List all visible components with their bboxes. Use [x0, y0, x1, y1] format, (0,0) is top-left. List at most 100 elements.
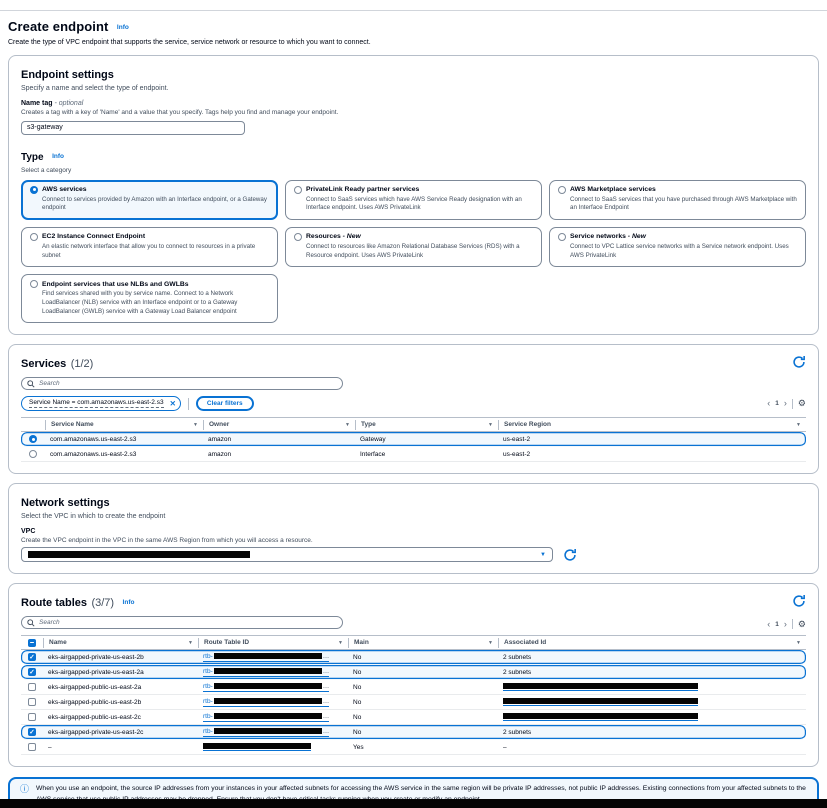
row-radio-icon[interactable]	[29, 435, 37, 443]
col-type[interactable]: Type▼	[355, 420, 498, 430]
route-table-id-link[interactable]: rtb-…	[203, 683, 329, 692]
type-info-link[interactable]: Info	[52, 153, 64, 160]
vpc-select[interactable]: ▼	[21, 547, 553, 562]
type-section: Type Info Select a category AWS services…	[21, 147, 806, 324]
type-label: Type	[21, 152, 44, 163]
radio-icon[interactable]	[294, 233, 302, 241]
type-help: Select a category	[21, 167, 806, 174]
associated-id-value[interactable]: 2 subnets	[503, 669, 531, 676]
type-option-privatelink-ready-partner-services[interactable]: PrivateLink Ready partner servicesConnec…	[285, 180, 542, 220]
type-cell: Gateway	[355, 436, 498, 443]
col-owner[interactable]: Owner▼	[203, 420, 355, 430]
services-settings-gear-icon[interactable]: ⚙	[798, 399, 806, 408]
route-tables-info-link[interactable]: Info	[123, 599, 135, 606]
page-info-link[interactable]: Info	[117, 24, 129, 31]
radio-icon[interactable]	[558, 186, 566, 194]
select-all-checkbox[interactable]	[28, 639, 36, 647]
redacted-route-table-id	[203, 743, 311, 749]
type-option-ec2-instance-connect-endpoint[interactable]: EC2 Instance Connect EndpointAn elastic …	[21, 227, 278, 267]
col-main[interactable]: Main▼	[348, 638, 498, 648]
route-tables-search-input[interactable]	[39, 619, 337, 626]
main-cell: No	[348, 654, 498, 661]
services-search[interactable]	[21, 377, 343, 390]
type-option-aws-services[interactable]: AWS servicesConnect to services provided…	[21, 180, 278, 220]
col-associated-id[interactable]: Associated Id▼	[498, 638, 806, 648]
type-option-service-networks[interactable]: Service networks - NewConnect to VPC Lat…	[549, 227, 806, 267]
redacted-route-table-id	[214, 728, 322, 734]
route-table-row[interactable]: eks-airgapped-public-us-east-2artb-…No	[21, 680, 806, 695]
page-number[interactable]: 1	[775, 621, 779, 628]
associated-id-link[interactable]	[503, 713, 698, 721]
route-table-row[interactable]: eks-airgapped-private-us-east-2artb-…No2…	[21, 665, 806, 680]
services-title: Services (1/2)	[21, 354, 93, 372]
row-checkbox[interactable]	[28, 653, 36, 661]
sort-icon[interactable]: ▼	[488, 422, 493, 428]
route-table-id-link[interactable]: rtb-…	[203, 668, 329, 677]
radio-icon[interactable]	[294, 186, 302, 194]
service-row[interactable]: com.amazonaws.us-east-2.s3amazonInterfac…	[21, 447, 806, 462]
endpoint-settings-card: Endpoint settings Specify a name and sel…	[8, 55, 819, 335]
col-service-name[interactable]: Service Name▼	[45, 420, 203, 430]
associated-id-value[interactable]: 2 subnets	[503, 729, 531, 736]
row-checkbox[interactable]	[28, 668, 36, 676]
type-option-resources[interactable]: Resources - NewConnect to resources like…	[285, 227, 542, 267]
chevron-down-icon: ▼	[540, 552, 546, 558]
owner-cell: amazon	[203, 436, 355, 443]
prev-page-icon[interactable]: ‹	[767, 620, 770, 629]
network-settings-description: Select the VPC in which to create the en…	[21, 513, 806, 520]
page-number[interactable]: 1	[775, 400, 779, 407]
route-table-id-link[interactable]: rtb-…	[203, 653, 329, 662]
route-table-row[interactable]: –Yes–	[21, 740, 806, 755]
type-option-description: An elastic network interface that allow …	[42, 243, 269, 260]
radio-icon[interactable]	[30, 186, 38, 194]
row-checkbox[interactable]	[28, 743, 36, 751]
associated-id-value[interactable]: 2 subnets	[503, 654, 531, 661]
prev-page-icon[interactable]: ‹	[767, 399, 770, 408]
radio-icon[interactable]	[558, 233, 566, 241]
clear-filters-button[interactable]: Clear filters	[196, 396, 254, 411]
sort-icon[interactable]: ▼	[193, 422, 198, 428]
filter-token-dismiss-icon[interactable]: ✕	[170, 400, 176, 408]
row-checkbox[interactable]	[28, 713, 36, 721]
row-checkbox[interactable]	[28, 698, 36, 706]
sort-icon[interactable]: ▼	[338, 640, 343, 646]
route-tables-settings-gear-icon[interactable]: ⚙	[798, 620, 806, 629]
sort-icon[interactable]: ▼	[796, 422, 801, 428]
route-table-row[interactable]: eks-airgapped-private-us-east-2brtb-…No2…	[21, 650, 806, 665]
route-tables-search[interactable]	[21, 616, 343, 629]
route-table-row[interactable]: eks-airgapped-public-us-east-2brtb-…No	[21, 695, 806, 710]
next-page-icon[interactable]: ›	[784, 399, 787, 408]
route-table-id-link[interactable]: rtb-…	[203, 713, 329, 722]
associated-id-link[interactable]	[503, 683, 698, 691]
route-table-id-link[interactable]: rtb-…	[203, 728, 329, 737]
sort-icon[interactable]: ▼	[796, 640, 801, 646]
services-search-input[interactable]	[39, 380, 337, 387]
services-refresh-icon[interactable]	[792, 355, 806, 369]
sort-icon[interactable]: ▼	[188, 640, 193, 646]
radio-icon[interactable]	[30, 233, 38, 241]
route-table-id-link[interactable]: rtb-…	[203, 698, 329, 707]
route-table-name-cell: eks-airgapped-public-us-east-2a	[43, 684, 198, 691]
next-page-icon[interactable]: ›	[784, 620, 787, 629]
col-route-table-id[interactable]: Route Table ID▼	[198, 638, 348, 648]
row-checkbox[interactable]	[28, 728, 36, 736]
col-name[interactable]: Name▼	[43, 638, 198, 648]
name-tag-input[interactable]	[21, 121, 245, 135]
service-row[interactable]: com.amazonaws.us-east-2.s3amazonGatewayu…	[21, 432, 806, 447]
type-option-aws-marketplace-services[interactable]: AWS Marketplace servicesConnect to SaaS …	[549, 180, 806, 220]
type-option-endpoint-services-that-use-nlbs-and-gwlbs[interactable]: Endpoint services that use NLBs and GWLB…	[21, 274, 278, 323]
vpc-refresh-icon[interactable]	[563, 548, 577, 562]
col-service-region[interactable]: Service Region▼	[498, 420, 806, 430]
redacted-route-table-id	[214, 653, 322, 659]
associated-id-link[interactable]	[503, 698, 698, 706]
sort-icon[interactable]: ▼	[488, 640, 493, 646]
route-table-row[interactable]: eks-airgapped-public-us-east-2crtb-…No	[21, 710, 806, 725]
row-checkbox[interactable]	[28, 683, 36, 691]
route-tables-refresh-icon[interactable]	[792, 594, 806, 608]
radio-icon[interactable]	[30, 280, 38, 288]
name-tag-optional-label: - optional	[54, 100, 83, 107]
route-table-row[interactable]: eks-airgapped-private-us-east-2crtb-…No2…	[21, 725, 806, 740]
sort-icon[interactable]: ▼	[345, 422, 350, 428]
row-radio-icon[interactable]	[29, 450, 37, 458]
route-table-id-link[interactable]	[203, 743, 311, 751]
